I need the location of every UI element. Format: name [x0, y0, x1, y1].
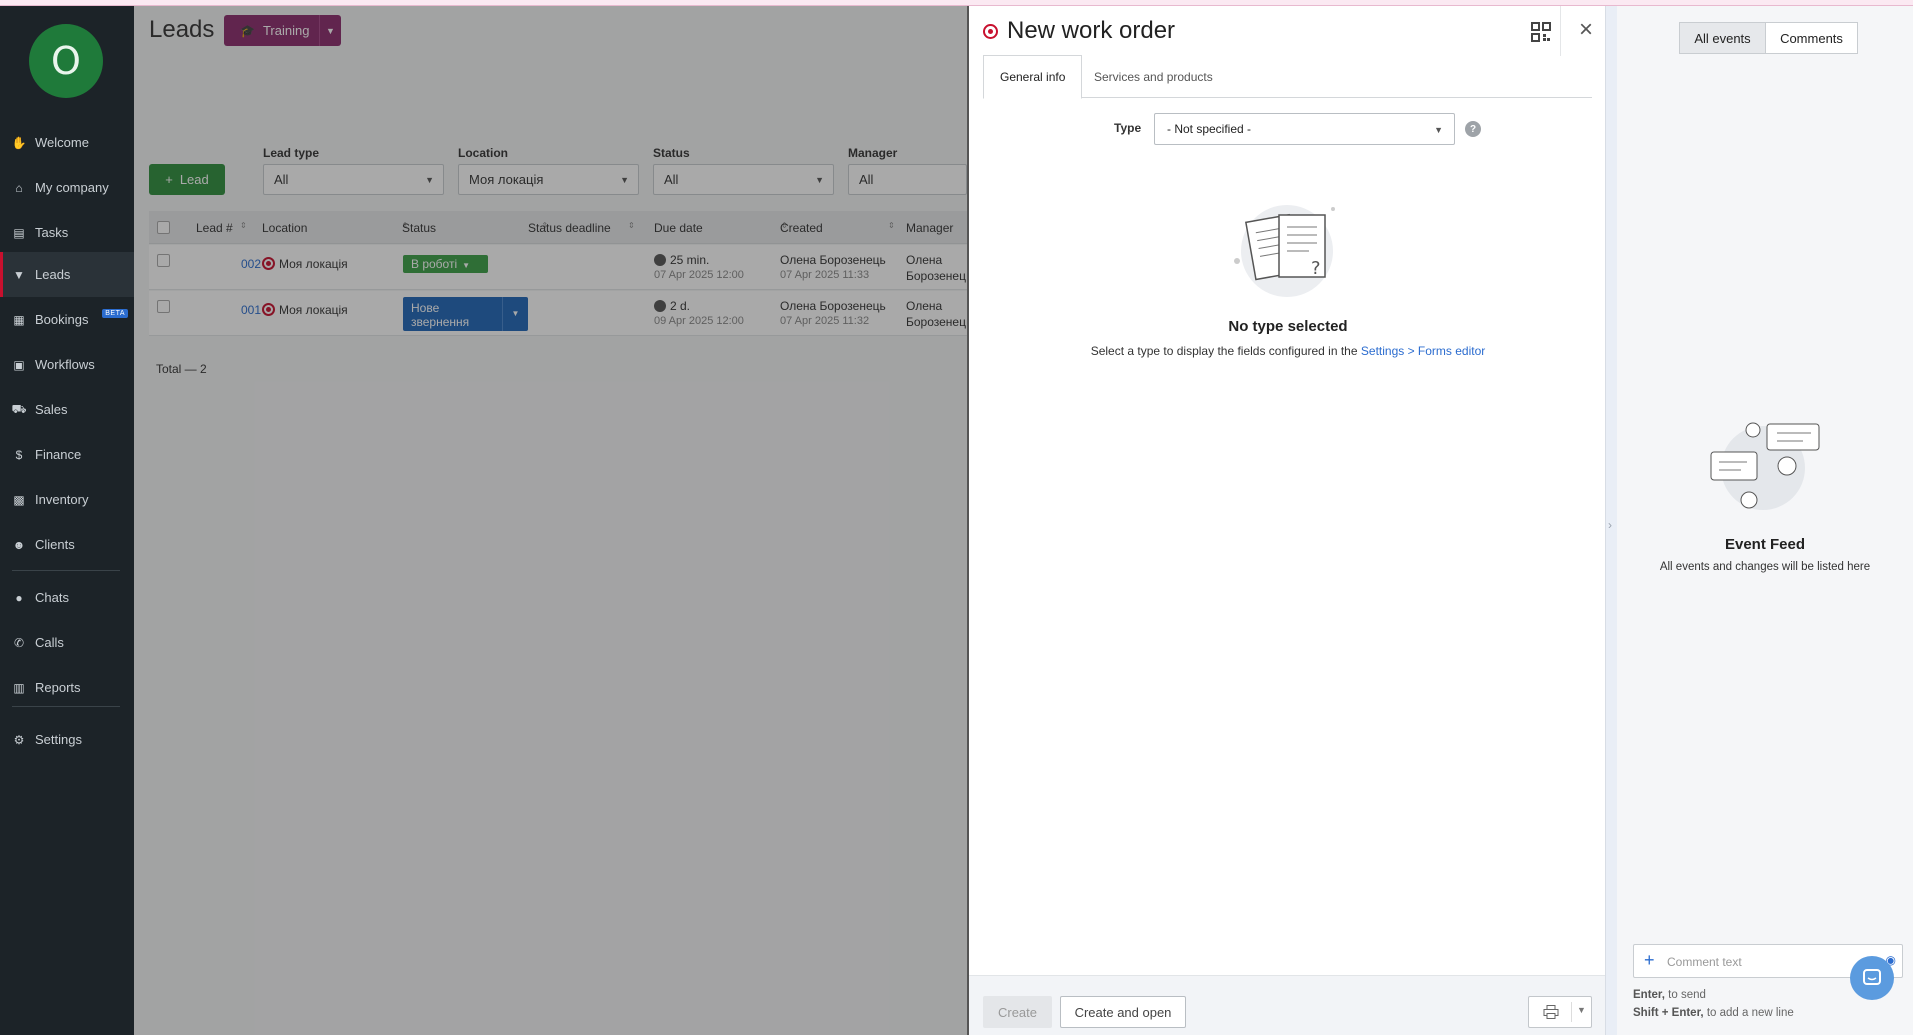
sidebar-item-label: Chats [35, 590, 69, 605]
dollar-icon: $ [15, 447, 23, 462]
sidebar: O ✋ Welcome ⌂ My company ▤ Tasks ▼ Leads… [0, 6, 134, 1035]
sidebar-item-label: Workflows [35, 357, 95, 372]
cart-icon: ⛟ [11, 401, 27, 416]
report-icon: ▥ [13, 680, 25, 695]
wave-hand-icon: ✋ [11, 135, 27, 150]
chat-icon: ● [15, 590, 23, 605]
phone-icon: ✆ [13, 635, 25, 650]
tab-services-and-products[interactable]: Services and products [1078, 55, 1229, 98]
print-divider [1571, 1002, 1572, 1022]
tab-all-events[interactable]: All events [1679, 22, 1766, 54]
create-and-open-button[interactable]: Create and open [1060, 996, 1186, 1028]
event-feed-title: Event Feed [1724, 536, 1806, 553]
support-chat-button[interactable] [1850, 956, 1894, 1000]
sidebar-item-inventory[interactable]: ▩ Inventory [0, 477, 134, 522]
close-icon[interactable]: × [1574, 18, 1598, 42]
location-target-icon [983, 23, 998, 39]
chevron-down-icon: ▼ [1434, 125, 1443, 135]
panel-resize-strip[interactable]: › [1605, 6, 1617, 1035]
sidebar-item-label: Finance [35, 447, 82, 462]
avatar-letter: O [51, 39, 81, 83]
header-divider [1560, 6, 1561, 56]
sidebar-item-clients[interactable]: ☻ Clients [0, 522, 134, 567]
sidebar-item-bookings[interactable]: ▦ Bookings BETA [0, 297, 134, 342]
hint-enter: Enter, to send [1633, 989, 1706, 1001]
sidebar-divider [12, 570, 120, 571]
boxes-icon: ▩ [13, 492, 25, 507]
panel-title: New work order [983, 17, 1175, 45]
empty-state-text: Select a type to display the fields conf… [1090, 344, 1486, 358]
type-label: Type [1114, 121, 1142, 135]
clipboard-icon: ▤ [13, 225, 25, 240]
users-icon: ☻ [12, 537, 26, 552]
sidebar-item-tasks[interactable]: ▤ Tasks [0, 210, 134, 255]
empty-state-title: No type selected [1228, 318, 1348, 335]
home-icon: ⌂ [15, 180, 23, 195]
documents-illustration-icon: ? [1234, 205, 1335, 297]
type-value: - Not specified - [1167, 122, 1252, 136]
chevron-down-icon[interactable]: ▼ [1577, 1005, 1586, 1015]
tab-general-info[interactable]: General info [983, 55, 1083, 99]
event-feed-subtitle: All events and changes will be listed he… [1659, 561, 1871, 573]
sidebar-item-my-company[interactable]: ⌂ My company [0, 165, 134, 210]
modal-backdrop[interactable] [134, 6, 967, 1035]
printer-icon [1543, 1005, 1559, 1019]
sidebar-item-chats[interactable]: ● Chats [0, 575, 134, 620]
qr-code-icon[interactable] [1530, 21, 1552, 43]
svg-text:?: ? [1311, 258, 1321, 279]
sidebar-item-finance[interactable]: $ Finance [0, 432, 134, 477]
sidebar-item-workflows[interactable]: ▣ Workflows [0, 342, 134, 387]
sidebar-item-label: Sales [35, 402, 68, 417]
sidebar-item-sales[interactable]: ⛟ Sales [0, 387, 134, 432]
hint-shift-enter: Shift + Enter, to add a new line [1633, 1007, 1794, 1019]
sidebar-item-label: Bookings [35, 312, 89, 327]
sidebar-item-label: Tasks [35, 225, 69, 240]
new-work-order-panel: New work order × General info Services a… [967, 6, 1605, 1035]
sidebar-item-leads[interactable]: ▼ Leads [0, 252, 134, 297]
beta-badge: BETA [102, 309, 128, 318]
sidebar-item-reports[interactable]: ▥ Reports [0, 665, 134, 710]
tab-comments[interactable]: Comments [1765, 22, 1858, 54]
print-button[interactable]: ▼ [1528, 996, 1592, 1028]
chat-bubble-icon [1863, 969, 1881, 985]
sidebar-item-label: Calls [35, 635, 64, 650]
panel-tabs: General info Services and products [983, 55, 1592, 99]
sidebar-item-welcome[interactable]: ✋ Welcome [0, 120, 134, 165]
sidebar-item-label: Settings [35, 732, 82, 747]
sidebar-divider [12, 706, 120, 707]
sidebar-item-label: My company [35, 180, 109, 195]
sidebar-item-calls[interactable]: ✆ Calls [0, 620, 134, 665]
sidebar-item-label: Leads [35, 267, 71, 282]
create-button[interactable]: Create [983, 996, 1052, 1028]
sidebar-item-label: Inventory [35, 492, 89, 507]
event-feed: All events Comments Event Feed All event… [1617, 6, 1913, 1035]
comment-placeholder: Comment text [1667, 955, 1742, 969]
calendar-icon: ▦ [13, 312, 25, 327]
top-accent-line [0, 0, 1913, 6]
gear-icon: ⚙ [13, 732, 25, 747]
chevron-right-icon[interactable]: › [1608, 518, 1612, 532]
plus-icon[interactable]: + [1644, 950, 1655, 971]
sidebar-item-label: Welcome [35, 135, 89, 150]
board-icon: ▣ [13, 357, 25, 372]
type-select[interactable]: - Not specified - ▼ [1154, 113, 1455, 145]
avatar[interactable]: O [29, 24, 103, 98]
sidebar-item-label: Clients [35, 537, 75, 552]
help-icon[interactable]: ? [1465, 121, 1481, 137]
event-feed-illustration-icon [1710, 422, 1820, 510]
settings-forms-editor-link[interactable]: Settings > Forms editor [1361, 344, 1485, 358]
sidebar-item-label: Reports [35, 680, 81, 695]
sidebar-item-settings[interactable]: ⚙ Settings [0, 717, 134, 762]
funnel-icon: ▼ [13, 267, 25, 282]
panel-footer: Create Create and open ▼ [969, 975, 1605, 1035]
